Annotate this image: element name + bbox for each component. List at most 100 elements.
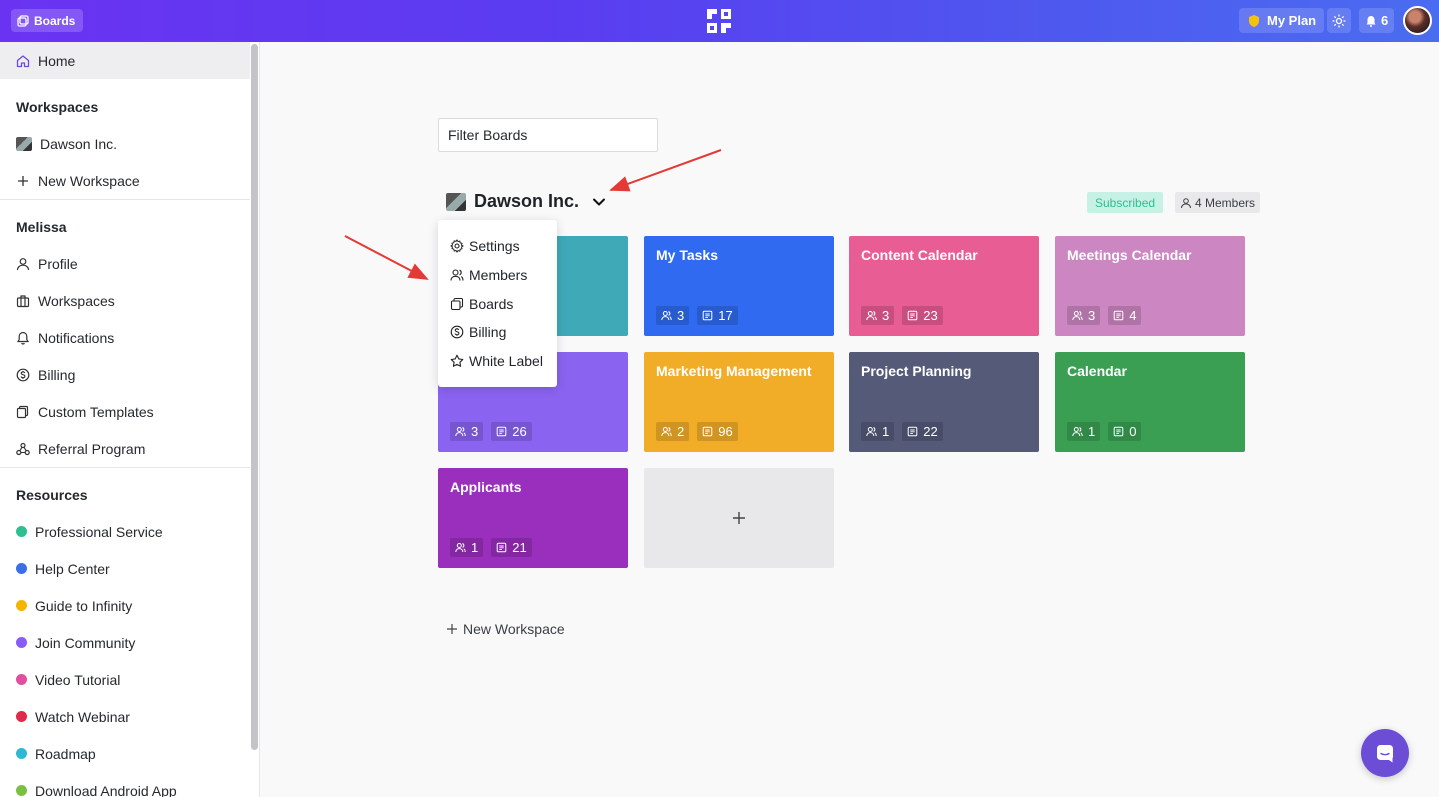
chevron-down-icon[interactable] — [591, 194, 607, 210]
sidebar-item-resource[interactable]: Join Community — [0, 624, 250, 661]
board-stats: 10 — [1067, 422, 1142, 441]
dollar-icon — [450, 325, 464, 339]
sidebar-item-resource[interactable]: Download Android App — [0, 772, 250, 797]
filter-placeholder: Filter Boards — [448, 127, 528, 143]
menu-item-label: White Label — [469, 353, 543, 369]
board-stats: 34 — [1067, 306, 1142, 325]
add-board-button[interactable] — [644, 468, 834, 568]
sidebar-item-resource[interactable]: Help Center — [0, 550, 250, 587]
users-icon — [661, 427, 672, 437]
boards-button[interactable]: Boards — [11, 9, 84, 32]
top-bar: Boards My Plan 6 — [0, 0, 1439, 42]
members-count: 1 — [882, 424, 890, 439]
menu-item-billing[interactable]: Billing — [450, 324, 506, 340]
star-icon — [450, 354, 464, 367]
items-count: 4 — [1129, 308, 1137, 323]
resource-icon — [16, 526, 27, 537]
plus-icon — [733, 512, 745, 524]
sidebar-item-label: New Workspace — [38, 172, 140, 189]
chat-support-button[interactable] — [1361, 729, 1409, 777]
sun-icon — [1332, 14, 1346, 27]
sidebar-item-new-workspace[interactable]: New Workspace — [0, 162, 250, 199]
board-card[interactable]: Applicants 1 21 — [438, 468, 628, 568]
menu-item-white-label[interactable]: White Label — [450, 353, 543, 369]
sidebar-item-label: Profile — [38, 255, 78, 272]
plus-icon — [447, 624, 457, 634]
menu-item-label: Boards — [469, 296, 514, 312]
items-count: 23 — [923, 308, 938, 323]
sidebar-item-label: Notifications — [38, 329, 115, 346]
menu-item-label: Members — [469, 267, 528, 283]
menu-item-boards[interactable]: Boards — [450, 296, 513, 312]
sidebar-item-notifications[interactable]: Notifications — [0, 319, 250, 356]
sidebar-item-resource[interactable]: Professional Service — [0, 513, 250, 550]
users-icon — [866, 311, 877, 321]
board-title: Applicants — [450, 479, 522, 495]
resource-icon — [16, 674, 27, 685]
sidebar-item-label: Roadmap — [35, 745, 96, 762]
menu-item-members[interactable]: Members — [450, 267, 527, 283]
sidebar-item-label: Workspaces — [38, 292, 115, 309]
sidebar-item-home[interactable]: Home — [0, 42, 250, 79]
members-count: 2 — [677, 424, 685, 439]
sidebar-divider — [0, 199, 250, 200]
members-count-chip: 1 — [1067, 422, 1101, 441]
templates-icon — [16, 405, 29, 418]
resource-icon — [16, 563, 27, 574]
members-count-chip: 3 — [450, 422, 484, 441]
sidebar-scrollbar[interactable] — [251, 44, 258, 750]
user-avatar[interactable] — [1403, 6, 1432, 35]
notifications-button[interactable]: 6 — [1359, 8, 1395, 33]
board-card[interactable]: Meetings Calendar 3 4 — [1055, 236, 1245, 336]
board-card[interactable]: Marketing Management 2 96 — [644, 352, 834, 452]
my-plan-label: My Plan — [1267, 13, 1317, 28]
sidebar-item-resource[interactable]: Watch Webinar — [0, 698, 250, 735]
resources-heading: Resources — [16, 487, 88, 503]
sidebar-item-dawson-inc[interactable]: Dawson Inc. — [0, 125, 250, 162]
sidebar-item-custom-templates[interactable]: Custom Templates — [0, 393, 250, 430]
gear-icon — [450, 239, 464, 253]
user-icon — [16, 257, 30, 270]
board-title: My Tasks — [656, 247, 718, 263]
sidebar-item-label: Download Android App — [35, 782, 177, 797]
chat-icon — [1377, 745, 1393, 763]
new-workspace-button[interactable]: New Workspace — [446, 621, 565, 637]
sidebar-item-resource[interactable]: Roadmap — [0, 735, 250, 772]
filter-boards-input[interactable]: Filter Boards — [438, 118, 658, 152]
menu-item-label: Billing — [469, 324, 507, 340]
workspace-title: Dawson Inc. — [474, 191, 580, 211]
board-card[interactable]: Project Planning 1 22 — [849, 352, 1039, 452]
new-workspace-label: New Workspace — [463, 621, 565, 637]
my-plan-button[interactable]: My Plan — [1239, 8, 1325, 33]
items-count: 21 — [512, 540, 527, 555]
sidebar-item-label: Billing — [38, 366, 76, 383]
bell-icon — [1366, 15, 1376, 27]
resource-icon — [16, 711, 27, 722]
items-count-chip: 26 — [491, 422, 532, 441]
users-icon — [866, 427, 877, 437]
members-label: 4 Members — [1195, 195, 1256, 210]
sidebar-item-resource[interactable]: Video Tutorial — [0, 661, 250, 698]
sidebar-item-profile[interactable]: Profile — [0, 245, 250, 282]
sidebar-item-resource[interactable]: Guide to Infinity — [0, 587, 250, 624]
sidebar-item-label: Professional Service — [35, 523, 163, 540]
dollar-icon — [16, 368, 30, 381]
sidebar-item-referral-program[interactable]: Referral Program — [0, 430, 250, 467]
members-count: 3 — [677, 308, 685, 323]
sidebar-item-label: Home — [38, 52, 76, 69]
board-card[interactable]: Content Calendar 3 23 — [849, 236, 1039, 336]
members-badge[interactable]: 4 Members — [1175, 192, 1261, 213]
sidebar-item-billing[interactable]: Billing — [0, 356, 250, 393]
briefcase-icon — [16, 294, 30, 307]
notification-count: 6 — [1381, 13, 1389, 28]
board-card[interactable]: Calendar 1 0 — [1055, 352, 1245, 452]
menu-item-settings[interactable]: Settings — [450, 238, 520, 254]
board-card[interactable]: My Tasks 3 17 — [644, 236, 834, 336]
board-stats: 3 23 — [861, 306, 943, 325]
theme-toggle-button[interactable] — [1327, 8, 1351, 33]
app-logo[interactable] — [704, 6, 734, 36]
boards-icon — [17, 14, 29, 27]
workspace-header[interactable]: Dawson Inc. — [446, 191, 607, 212]
sidebar-item-workspaces[interactable]: Workspaces — [0, 282, 250, 319]
members-count-chip: 1 — [450, 538, 484, 557]
